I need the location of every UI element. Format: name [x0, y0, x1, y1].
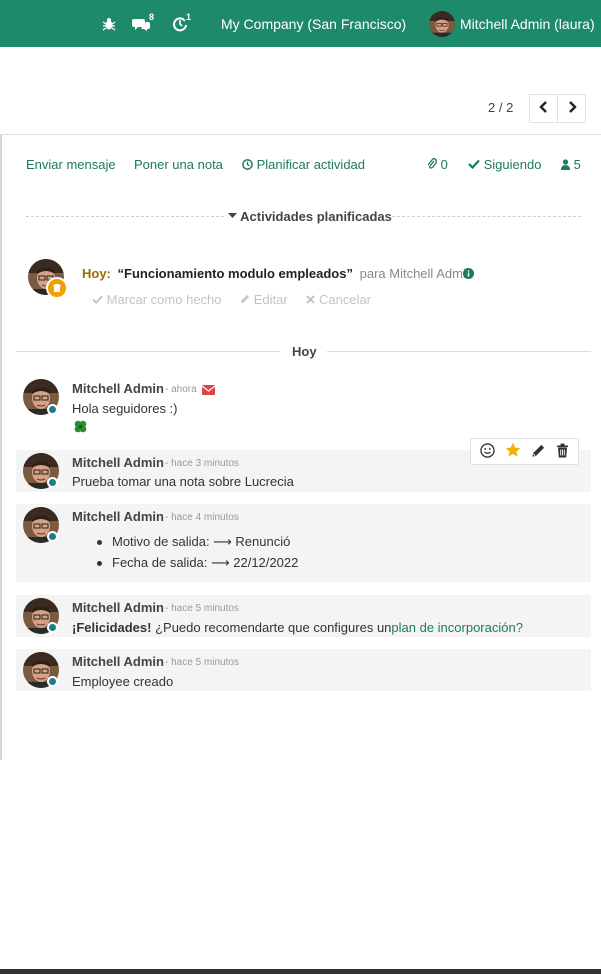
attachments-count: 0 [440, 157, 448, 172]
send-message-button[interactable]: Enviar mensaje [26, 157, 116, 172]
tracking-value: Fecha de salida: ⟶ 22/12/2022 [96, 554, 298, 575]
message-date: - ahora [165, 384, 197, 395]
online-status-icon [47, 622, 58, 633]
company-switcher[interactable]: My Company (San Francisco) [221, 0, 406, 47]
envelope-icon [201, 383, 216, 398]
message-date: - hace 5 minutos [165, 657, 239, 668]
form-divider [0, 134, 601, 135]
user-menu[interactable]: Mitchell Admin (laura) [429, 0, 595, 47]
smiley-icon[interactable] [480, 442, 495, 461]
message-date: - hace 3 minutos [165, 458, 239, 469]
tracking-value: Motivo de salida: ⟶ Renunció [96, 533, 298, 554]
activity-clock-icon[interactable] [172, 0, 188, 47]
activity-assignee: para Mitchell Admin [359, 266, 474, 281]
pencil-icon [240, 292, 250, 307]
schedule-activity-label: Planificar actividad [256, 157, 366, 172]
activity-type-icon [46, 277, 68, 299]
edit-activity-button[interactable]: Editar [240, 292, 291, 307]
chevron-left-icon [538, 101, 549, 116]
edit-label: Editar [253, 292, 288, 307]
activities-count-badge: 1 [184, 12, 194, 22]
user-icon [561, 157, 570, 172]
messages-icon[interactable] [132, 0, 150, 47]
activities-toggle[interactable]: Actividades planificadas [228, 209, 392, 224]
messages-count-badge: 8 [147, 12, 157, 22]
message-body: Prueba tomar una nota sobre Lucrecia [72, 474, 294, 489]
date-separator: Hoy [292, 344, 317, 359]
user-avatar [429, 11, 455, 37]
online-status-icon [47, 676, 58, 687]
schedule-activity-button[interactable]: Planificar actividad [242, 157, 365, 172]
window-bottom-border [0, 969, 601, 974]
info-icon[interactable] [463, 267, 474, 282]
caret-down-icon [228, 209, 237, 224]
attachments-button[interactable]: 0 [427, 157, 448, 172]
activity-summary: “Funcionamiento modulo empleados” [117, 266, 353, 281]
mark-done-label: Marcar como hecho [106, 292, 222, 307]
user-name: Mitchell Admin (laura) [460, 15, 595, 32]
message-author[interactable]: Mitchell Admin [72, 381, 164, 396]
followers-count: 5 [573, 157, 581, 172]
online-status-icon [47, 404, 58, 415]
message-body: Employee creado [72, 674, 174, 689]
pager-next-button[interactable] [557, 94, 586, 123]
clover-icon [73, 419, 88, 437]
activities-header: Actividades planificadas [240, 209, 392, 224]
check-icon [468, 157, 480, 172]
clock-icon [242, 157, 253, 172]
activity-actions: Marcar como hecho Editar Cancelar [92, 292, 371, 307]
star-icon[interactable] [505, 442, 521, 461]
message-date: - hace 4 minutos [165, 512, 239, 523]
message-body: Hola seguidores :) [72, 401, 178, 416]
message-author[interactable]: Mitchell Admin [72, 455, 164, 470]
separator-line [392, 216, 581, 217]
message-body-bold: ¡Felicidades! [72, 620, 152, 635]
pager-previous-button[interactable] [529, 94, 558, 123]
separator-line [26, 216, 224, 217]
separator-line [16, 351, 280, 352]
tracking-list: Motivo de salida: ⟶ Renunció Fecha de sa… [96, 533, 298, 575]
following-label: Siguiendo [483, 157, 542, 172]
separator-line [327, 351, 591, 352]
bug-icon[interactable] [102, 0, 116, 47]
mark-done-button[interactable]: Marcar como hecho [92, 292, 225, 307]
online-status-icon [47, 477, 58, 488]
pencil-icon[interactable] [531, 443, 546, 461]
message-author[interactable]: Mitchell Admin [72, 654, 164, 669]
online-status-icon [47, 531, 58, 542]
message-author[interactable]: Mitchell Admin [72, 509, 164, 524]
message-author[interactable]: Mitchell Admin [72, 600, 164, 615]
following-button[interactable]: Siguiendo [468, 157, 541, 172]
message-body-text: ¿Puedo recomendarte que configures un [151, 620, 392, 635]
message-actions-toolbar [470, 438, 579, 465]
followers-button[interactable]: 5 [561, 157, 581, 172]
sheet-border [0, 135, 2, 760]
onboarding-plan-link[interactable]: plan de incorporación? [391, 620, 523, 635]
paperclip-icon [427, 157, 437, 172]
activity-line: Hoy: “Funcionamiento modulo empleados” p… [82, 266, 473, 281]
close-icon [306, 292, 316, 307]
check-icon [92, 292, 103, 307]
pager-value[interactable]: 2 / 2 [488, 100, 513, 115]
message-body: ¡Felicidades! ¿Puedo recomendarte que co… [72, 620, 523, 635]
cancel-label: Cancelar [318, 292, 372, 307]
trash-icon[interactable] [556, 443, 569, 461]
activity-due: Hoy: [82, 266, 111, 281]
message-date: - hace 5 minutos [165, 603, 239, 614]
chevron-right-icon [567, 101, 577, 116]
cancel-activity-button[interactable]: Cancelar [306, 292, 371, 307]
log-note-button[interactable]: Poner una nota [134, 157, 223, 172]
top-navbar: 8 1 My Company (San Francisco) Mitchell … [0, 0, 601, 47]
